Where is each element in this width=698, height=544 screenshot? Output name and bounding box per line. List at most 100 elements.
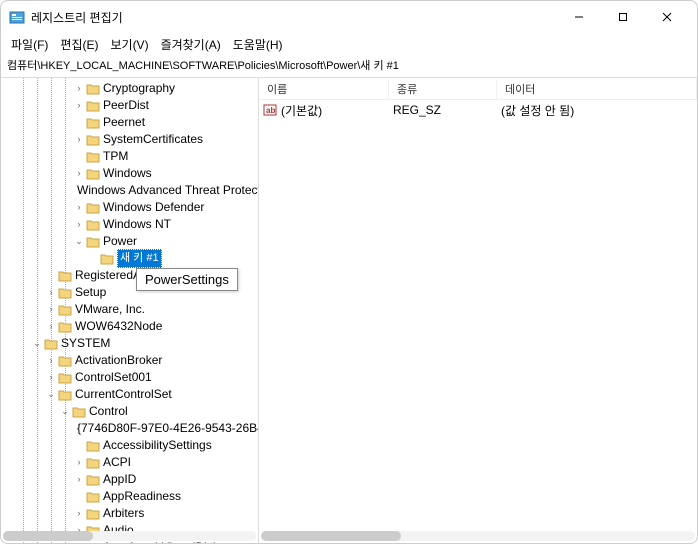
tree-item[interactable]: ⌄ SYSTEM (1, 335, 258, 352)
tree-item[interactable]: › PeerDist (1, 97, 258, 114)
menu-edit[interactable]: 편집(E) (54, 34, 104, 55)
tree-item[interactable]: AppReadiness (1, 488, 258, 505)
tree-item[interactable]: ›SystemCertificates (1, 131, 258, 148)
menu-help[interactable]: 도움말(H) (227, 34, 289, 55)
column-type[interactable]: 종류 (389, 79, 497, 99)
folder-icon (86, 236, 100, 248)
folder-icon (86, 542, 100, 544)
chevron-right-icon[interactable]: › (45, 284, 57, 301)
folder-icon (86, 151, 100, 163)
tree-item-label: Windows (103, 165, 152, 182)
rename-tooltip: PowerSettings (136, 268, 238, 291)
column-data[interactable]: 데이터 (497, 79, 697, 99)
tree-pane[interactable]: › Cryptography › PeerDistPeernet›SystemCert… (1, 78, 259, 543)
tree-item[interactable]: {7746D80F-97E0-4E26-9543-26B4 (1, 420, 258, 437)
tree-item-label: PeerDist (103, 97, 149, 114)
folder-icon (58, 270, 72, 282)
address-bar[interactable]: 컴퓨터\HKEY_LOCAL_MACHINE\SOFTWARE\Policies… (1, 55, 697, 77)
tree-item[interactable]: ›Arbiters (1, 505, 258, 522)
menu-file[interactable]: 파일(F) (5, 34, 54, 55)
folder-icon (86, 202, 100, 214)
svg-text:ab: ab (266, 106, 275, 115)
tree-item-label: Control (89, 403, 128, 420)
tree-item-label: WOW6432Node (75, 318, 162, 335)
folder-icon (86, 474, 100, 486)
tree-item[interactable]: › Cryptography (1, 80, 258, 97)
tree-item[interactable]: Peernet (1, 114, 258, 131)
folder-icon (58, 372, 72, 384)
minimize-button[interactable] (557, 3, 601, 31)
chevron-right-icon[interactable]: › (73, 165, 85, 182)
horizontal-scrollbar[interactable] (3, 531, 256, 541)
chevron-right-icon[interactable]: › (45, 352, 57, 369)
value-list-pane: 이름 종류 데이터 ab (기본값) REG_SZ (값 설정 안 됨) (259, 78, 697, 543)
folder-icon (86, 508, 100, 520)
tree-item-label: ControlSet001 (75, 369, 152, 386)
titlebar: 레지스트리 편집기 (1, 1, 697, 33)
list-scrollbar-thumb[interactable] (261, 531, 401, 541)
chevron-down-icon[interactable]: ⌄ (59, 403, 71, 420)
folder-icon (86, 219, 100, 231)
tree-item-label: AccessibilitySettings (103, 437, 212, 454)
registry-tree: › Cryptography › PeerDistPeernet›SystemCert… (1, 78, 258, 543)
folder-icon (58, 304, 72, 316)
value-row[interactable]: ab (기본값) REG_SZ (값 설정 안 됨) (259, 100, 697, 120)
folder-icon (58, 287, 72, 299)
tree-item[interactable]: › ActivationBroker (1, 352, 258, 369)
tree-item[interactable]: 새 키 #1 (1, 250, 258, 267)
folder-icon (86, 457, 100, 469)
chevron-right-icon[interactable]: › (73, 97, 85, 114)
chevron-down-icon[interactable]: ⌄ (31, 335, 43, 352)
chevron-right-icon[interactable]: › (73, 454, 85, 471)
menu-view[interactable]: 보기(V) (104, 34, 154, 55)
tree-item[interactable]: › Windows (1, 165, 258, 182)
close-button[interactable] (645, 3, 689, 31)
chevron-right-icon[interactable]: › (73, 216, 85, 233)
tree-item-label: ActivationBroker (75, 352, 162, 369)
folder-icon (86, 134, 100, 146)
tree-item[interactable]: TPM (1, 148, 258, 165)
window-title: 레지스트리 편집기 (31, 9, 557, 26)
tree-item[interactable]: › Windows NT (1, 216, 258, 233)
folder-icon (58, 321, 72, 333)
chevron-right-icon[interactable]: › (73, 471, 85, 488)
chevron-right-icon[interactable]: › (73, 199, 85, 216)
window-controls (557, 3, 689, 31)
tree-item[interactable]: › AppID (1, 471, 258, 488)
tree-item-label: Windows Advanced Threat Protectic (77, 182, 259, 199)
tree-item[interactable]: ⌄ Control (1, 403, 258, 420)
list-horizontal-scrollbar[interactable] (261, 531, 695, 541)
chevron-right-icon[interactable]: › (73, 505, 85, 522)
tree-item-label: Windows NT (103, 216, 171, 233)
tree-item-rename-input[interactable]: 새 키 #1 (117, 249, 162, 268)
value-type: REG_SZ (393, 103, 501, 117)
chevron-right-icon[interactable]: › (73, 80, 85, 97)
folder-icon (86, 100, 100, 112)
content-area: › Cryptography › PeerDistPeernet›SystemCert… (1, 77, 697, 543)
tree-item[interactable]: ⌄CurrentControlSet (1, 386, 258, 403)
column-name[interactable]: 이름 (259, 79, 389, 99)
tree-item[interactable]: › ControlSet001 (1, 369, 258, 386)
tree-item[interactable]: AccessibilitySettings (1, 437, 258, 454)
tree-item[interactable]: ›ACPI (1, 454, 258, 471)
tree-item-label: AppID (103, 471, 136, 488)
chevron-down-icon[interactable]: ⌄ (73, 233, 85, 250)
tree-item[interactable]: ›Windows Defender (1, 199, 258, 216)
chevron-down-icon[interactable]: ⌄ (45, 386, 57, 403)
folder-icon (58, 389, 72, 401)
tree-item[interactable]: ›VMware, Inc. (1, 301, 258, 318)
tree-item-label: Cryptography (103, 80, 175, 97)
tree-item[interactable]: Windows Advanced Threat Protectic (1, 182, 258, 199)
tree-item[interactable]: › WOW6432Node (1, 318, 258, 335)
scrollbar-thumb[interactable] (3, 531, 93, 541)
string-value-icon: ab (263, 103, 277, 117)
chevron-right-icon[interactable]: › (45, 301, 57, 318)
tree-item-label: SYSTEM (61, 335, 110, 352)
tree-item-label: Power (103, 233, 137, 250)
tree-item[interactable]: ⌄ Power (1, 233, 258, 250)
chevron-right-icon[interactable]: › (45, 369, 57, 386)
chevron-right-icon[interactable]: › (73, 131, 85, 148)
chevron-right-icon[interactable]: › (45, 318, 57, 335)
menu-favorites[interactable]: 즐겨찾기(A) (155, 34, 227, 55)
maximize-button[interactable] (601, 3, 645, 31)
